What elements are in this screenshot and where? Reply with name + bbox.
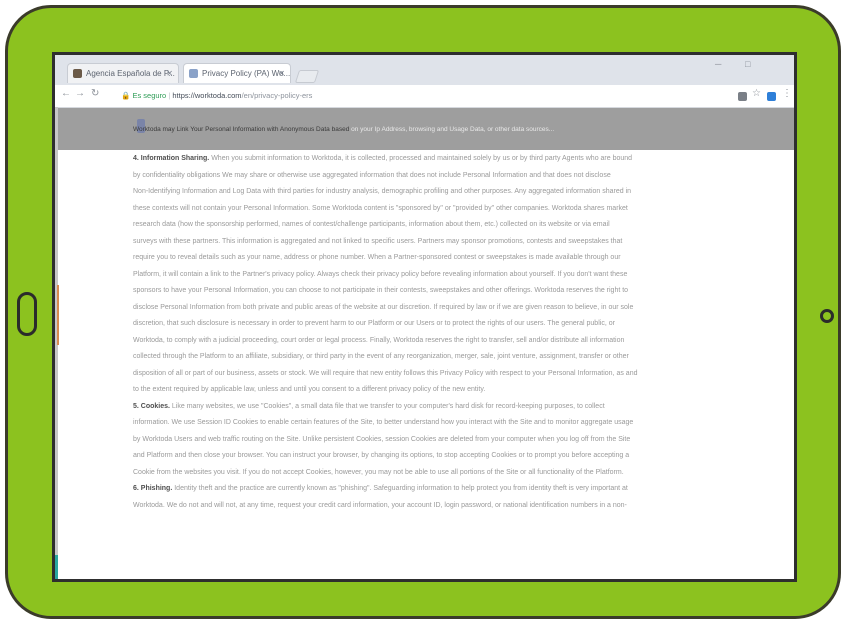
policy-text: Like many websites, we use "Cookies", a … bbox=[171, 402, 605, 410]
policy-line: require you to reveal details such as yo… bbox=[133, 250, 794, 267]
policy-text: discretion, that such disclosure is nece… bbox=[133, 320, 615, 327]
privacy-policy-text: 4. Information Sharing. When you submit … bbox=[133, 151, 794, 515]
tab-agencia[interactable]: Agencia Española de P... ✕ bbox=[67, 63, 179, 83]
policy-text: Non-Identifying Information and Log Data… bbox=[133, 188, 632, 195]
back-icon[interactable]: ← bbox=[61, 88, 71, 99]
policy-line: surveys with these partners. This inform… bbox=[133, 234, 794, 251]
policy-line: Non-Identifying Information and Log Data… bbox=[133, 184, 794, 201]
policy-text: Worktoda. We do not and will not, at any… bbox=[133, 501, 627, 509]
tab-label: Agencia Española de P... bbox=[86, 69, 175, 78]
policy-line: information. We use Session ID Cookies t… bbox=[133, 415, 794, 432]
banner-text: Worktoda may Link Your Personal Informat… bbox=[133, 126, 555, 133]
policy-text: by confidentiality obligations We may sh… bbox=[133, 171, 611, 179]
policy-line: Platform, it will contain a link to the … bbox=[133, 267, 794, 284]
close-tab-icon[interactable]: ✕ bbox=[166, 64, 173, 83]
policy-text: collected through the Platform to an aff… bbox=[133, 353, 629, 360]
maximize-button[interactable]: □ bbox=[745, 59, 750, 69]
policy-line: disclose Personal Information from both … bbox=[133, 300, 794, 317]
policy-line: Worktoda. We do not and will not, at any… bbox=[133, 498, 794, 515]
lock-icon: 🔒 bbox=[121, 91, 131, 100]
tab-label: Privacy Policy (PA) Wo... bbox=[202, 69, 291, 78]
reload-icon[interactable]: ↻ bbox=[91, 88, 99, 99]
section-heading: 4. Information Sharing. bbox=[133, 155, 212, 162]
policy-text: Cookie from the websites you visit. If y… bbox=[133, 468, 624, 476]
section-heading: 6. Phishing. bbox=[133, 485, 175, 492]
policy-text: information. We use Session ID Cookies t… bbox=[133, 419, 634, 426]
menu-icon[interactable]: ⋮ bbox=[782, 88, 792, 99]
minimize-button[interactable]: ─ bbox=[715, 59, 721, 69]
tab-bar: Agencia Española de P... ✕ Privacy Polic… bbox=[55, 55, 794, 85]
browser-screen: Agencia Española de P... ✕ Privacy Polic… bbox=[52, 52, 797, 582]
policy-line: to the extent required by applicable law… bbox=[133, 382, 794, 399]
home-button[interactable] bbox=[17, 292, 37, 336]
policy-line: 4. Information Sharing. When you submit … bbox=[133, 151, 794, 168]
policy-line: disposition of all or part of our busine… bbox=[133, 366, 794, 383]
policy-line: and Platform and then close your browser… bbox=[133, 448, 794, 465]
edge-marker bbox=[57, 285, 59, 345]
policy-text: sponsors to have your Personal Informati… bbox=[133, 287, 629, 294]
new-tab-button[interactable] bbox=[294, 70, 320, 83]
policy-line: 5. Cookies. Like many websites, we use "… bbox=[133, 399, 794, 416]
policy-line: research data (how the sponsorship perfo… bbox=[133, 217, 794, 234]
address-bar: ← → ↻ 🔒 Es seguro | https://worktoda.com… bbox=[55, 85, 794, 108]
policy-text: surveys with these partners. This inform… bbox=[133, 237, 623, 245]
policy-text: these contexts will not contain your Per… bbox=[133, 204, 628, 212]
scroll-edge-accent bbox=[55, 555, 58, 579]
extension-icon[interactable] bbox=[738, 92, 747, 101]
star-icon[interactable]: ☆ bbox=[752, 88, 761, 99]
policy-text: by Worktoda Users and web traffic routin… bbox=[133, 435, 631, 443]
highlight-banner: Worktoda may Link Your Personal Informat… bbox=[55, 108, 794, 150]
forward-icon[interactable]: → bbox=[75, 88, 85, 99]
section-heading: 5. Cookies. bbox=[133, 402, 172, 410]
policy-line: by confidentiality obligations We may sh… bbox=[133, 168, 794, 185]
url-path: /en/privacy-policy-ers bbox=[241, 91, 313, 100]
camera-icon bbox=[820, 309, 834, 323]
policy-text: to the extent required by applicable law… bbox=[133, 386, 486, 393]
site-favicon-icon bbox=[189, 69, 198, 78]
policy-line: 6. Phishing. Identity theft and the prac… bbox=[133, 481, 794, 498]
policy-text: Worktoda, to comply with a judicial proc… bbox=[133, 336, 625, 344]
policy-line: Worktoda, to comply with a judicial proc… bbox=[133, 333, 794, 350]
policy-text: require you to reveal details such as yo… bbox=[133, 254, 621, 261]
policy-text: disclose Personal Information from both … bbox=[133, 303, 634, 311]
url-host: https://worktoda.com bbox=[172, 91, 242, 100]
policy-text: Identity theft and the practice are curr… bbox=[174, 485, 628, 492]
policy-text: When you submit information to Worktoda,… bbox=[211, 155, 633, 162]
translate-extension-icon[interactable] bbox=[767, 92, 776, 101]
policy-text: disposition of all or part of our busine… bbox=[133, 369, 638, 377]
policy-line: discretion, that such disclosure is nece… bbox=[133, 316, 794, 333]
policy-line: these contexts will not contain your Per… bbox=[133, 201, 794, 218]
close-tab-icon[interactable]: ✕ bbox=[278, 64, 285, 83]
tab-privacy-policy[interactable]: Privacy Policy (PA) Wo... ✕ bbox=[183, 63, 291, 83]
policy-text: research data (how the sponsorship perfo… bbox=[133, 221, 610, 228]
policy-line: Cookie from the websites you visit. If y… bbox=[133, 465, 794, 482]
policy-text: and Platform and then close your browser… bbox=[133, 452, 630, 459]
policy-line: collected through the Platform to an aff… bbox=[133, 349, 794, 366]
policy-line: sponsors to have your Personal Informati… bbox=[133, 283, 794, 300]
policy-line: by Worktoda Users and web traffic routin… bbox=[133, 432, 794, 449]
secure-label: Es seguro bbox=[132, 91, 167, 100]
policy-text: Platform, it will contain a link to the … bbox=[133, 270, 628, 278]
site-favicon-icon bbox=[73, 69, 82, 78]
url-field[interactable]: 🔒 Es seguro | https://worktoda.com/en/pr… bbox=[121, 88, 733, 104]
